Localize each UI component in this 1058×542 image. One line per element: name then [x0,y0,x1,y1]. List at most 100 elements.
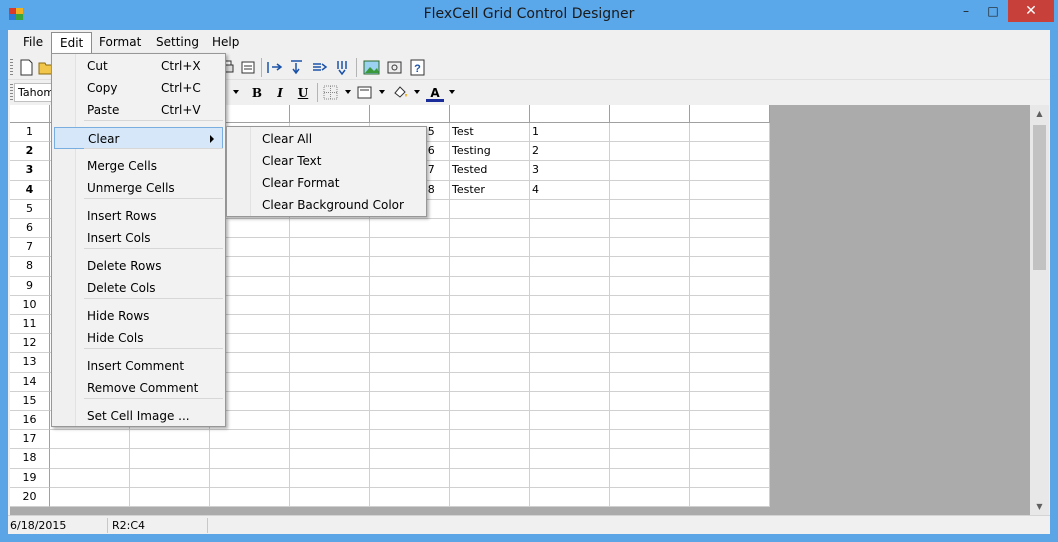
font-color-dropdown-arrow[interactable] [449,90,455,94]
grid-cell[interactable] [290,315,370,335]
new-file-icon[interactable] [18,59,35,76]
grid-cell[interactable] [370,468,450,488]
menu-setting[interactable]: Setting [148,32,207,53]
grid-cell[interactable] [370,257,450,277]
grid-cell[interactable] [610,449,690,469]
grid-cell[interactable] [530,411,610,431]
grid-cell[interactable] [50,487,130,507]
edit-menu-hide-rows[interactable]: Hide Rows [54,305,223,327]
column-header[interactable] [370,105,450,123]
grid-cell[interactable] [530,353,610,373]
grid-cell[interactable] [450,315,530,335]
grid-cell[interactable] [370,430,450,450]
grid-cell[interactable] [610,411,690,431]
grid-cell[interactable] [290,430,370,450]
row-header[interactable]: 1 [10,123,50,143]
grid-cell[interactable] [530,334,610,354]
grid-cell[interactable] [290,295,370,315]
row-header[interactable]: 5 [10,199,50,219]
close-button[interactable]: ✕ [1008,0,1054,22]
column-header[interactable] [290,105,370,123]
edit-menu-delete-cols[interactable]: Delete Cols [54,277,223,299]
grid-cell[interactable] [370,219,450,239]
grid-cell[interactable] [370,238,450,258]
row-header[interactable]: 17 [10,430,50,450]
edit-menu-delete-rows[interactable]: Delete Rows [54,255,223,277]
grid-cell[interactable] [530,449,610,469]
grid-cell[interactable] [370,276,450,296]
row-header[interactable]: 2 [10,142,50,162]
grid-cell[interactable] [530,487,610,507]
row-header[interactable]: 19 [10,468,50,488]
grid-cell[interactable] [450,295,530,315]
grid-cell[interactable] [690,257,770,277]
grid-cell[interactable] [690,199,770,219]
grid-cell[interactable] [610,142,690,162]
row-header[interactable]: 12 [10,334,50,354]
row-header[interactable]: 6 [10,219,50,239]
row-header[interactable]: 20 [10,487,50,507]
grid-cell[interactable] [530,372,610,392]
grid-cell[interactable] [610,295,690,315]
row-header[interactable]: 11 [10,315,50,335]
grid-cell[interactable] [370,353,450,373]
font-size-dropdown-arrow[interactable] [233,90,239,94]
grid-cell[interactable] [690,430,770,450]
fill-color-dropdown-arrow[interactable] [414,90,420,94]
column-header[interactable] [530,105,610,123]
grid-cell[interactable] [610,315,690,335]
grid-cell[interactable] [370,334,450,354]
maximize-button[interactable]: □ [982,0,1004,22]
grid-cell[interactable] [610,180,690,200]
grid-cell[interactable] [290,276,370,296]
corner-header[interactable] [10,105,50,123]
insert-row-icon[interactable] [288,59,305,76]
grid-cell[interactable] [210,487,290,507]
toolbar-grip[interactable] [10,84,13,100]
edit-menu-merge-cells[interactable]: Merge Cells [54,155,223,177]
row-header[interactable]: 4 [10,180,50,200]
grid-cell[interactable] [450,257,530,277]
grid-cell[interactable]: Test [450,123,530,143]
edit-menu-set-cell-image[interactable]: Set Cell Image ... [54,405,223,427]
grid-cell[interactable] [690,487,770,507]
grid-cell[interactable] [690,411,770,431]
grid-cell[interactable] [610,257,690,277]
print-preview-icon[interactable] [240,59,257,76]
grid-cell[interactable] [690,468,770,488]
row-header[interactable]: 14 [10,372,50,392]
grid-cell[interactable] [50,468,130,488]
grid-cell[interactable] [210,468,290,488]
grid-cell[interactable] [530,199,610,219]
clear-submenu-clear-all[interactable]: Clear All [229,128,424,150]
grid-cell[interactable] [530,391,610,411]
scrollbar-thumb[interactable] [1033,125,1046,270]
grid-cell[interactable] [610,353,690,373]
grid-cell[interactable]: 4 [530,180,610,200]
grid-cell[interactable] [690,142,770,162]
grid-cell[interactable]: Testing [450,142,530,162]
menu-file[interactable]: File [15,32,51,53]
clear-submenu-clear-background-color[interactable]: Clear Background Color [229,194,424,216]
alignment-icon[interactable] [356,84,373,101]
properties-icon[interactable] [386,59,403,76]
underline-button[interactable]: U [294,84,312,102]
edit-menu-copy[interactable]: Copy Ctrl+C [54,77,223,99]
grid-cell[interactable]: 2 [530,142,610,162]
grid-cell[interactable] [610,487,690,507]
row-header[interactable]: 8 [10,257,50,277]
grid-cell[interactable] [530,430,610,450]
fill-color-icon[interactable] [391,84,408,101]
grid-cell[interactable] [690,180,770,200]
grid-cell[interactable] [450,353,530,373]
title-bar[interactable]: FlexCell Grid Control Designer – □ ✕ [0,0,1058,30]
grid-cell[interactable] [450,199,530,219]
grid-cell[interactable]: 3 [530,161,610,181]
row-header[interactable]: 16 [10,411,50,431]
grid-cell[interactable] [290,372,370,392]
row-header[interactable]: 15 [10,391,50,411]
grid-cell[interactable] [370,315,450,335]
edit-menu-insert-cols[interactable]: Insert Cols [54,227,223,249]
row-header[interactable]: 3 [10,161,50,181]
italic-button[interactable]: I [271,84,289,102]
